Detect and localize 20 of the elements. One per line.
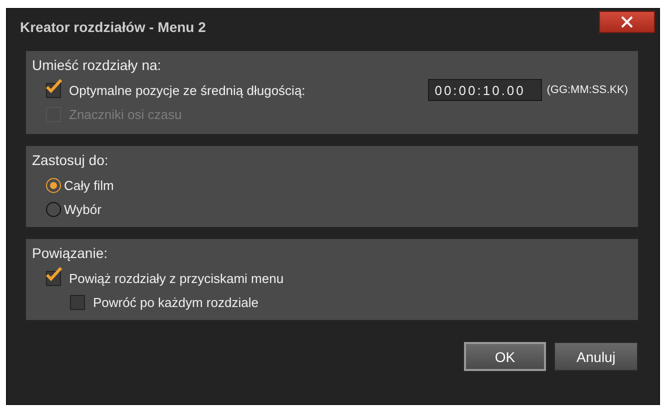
time-field[interactable]: 00:00:10.00 xyxy=(428,79,542,101)
checkbox-label: Powróć po każdym rozdziale xyxy=(93,294,258,310)
checkmark-icon xyxy=(45,78,63,94)
time-format-hint: (GG:MM:SS.KK) xyxy=(546,84,628,96)
window-title: Kreator rozdziałów - Menu 2 xyxy=(20,19,206,35)
checkmark-icon xyxy=(45,266,63,282)
dialog-button[interactable]: Anuluj xyxy=(554,342,638,371)
checkbox-label: Optymalne pozycje ze średnią długością: xyxy=(69,82,306,98)
radio-button[interactable] xyxy=(46,178,61,192)
group-title: Powiązanie: xyxy=(32,245,108,261)
radio-button[interactable] xyxy=(46,202,61,216)
close-icon xyxy=(621,16,633,28)
checkbox-label: Powiąż rozdziały z przyciskami menu xyxy=(69,270,284,286)
radio-label: Wybór xyxy=(64,202,102,216)
close-button[interactable] xyxy=(599,11,655,33)
dialog-button[interactable]: OK xyxy=(464,342,546,371)
radio-label: Cały film xyxy=(64,178,114,192)
checkbox[interactable] xyxy=(70,294,85,310)
group-title: Zastosuj do: xyxy=(32,152,110,168)
group-title: Umieść rozdziały na: xyxy=(32,57,162,73)
